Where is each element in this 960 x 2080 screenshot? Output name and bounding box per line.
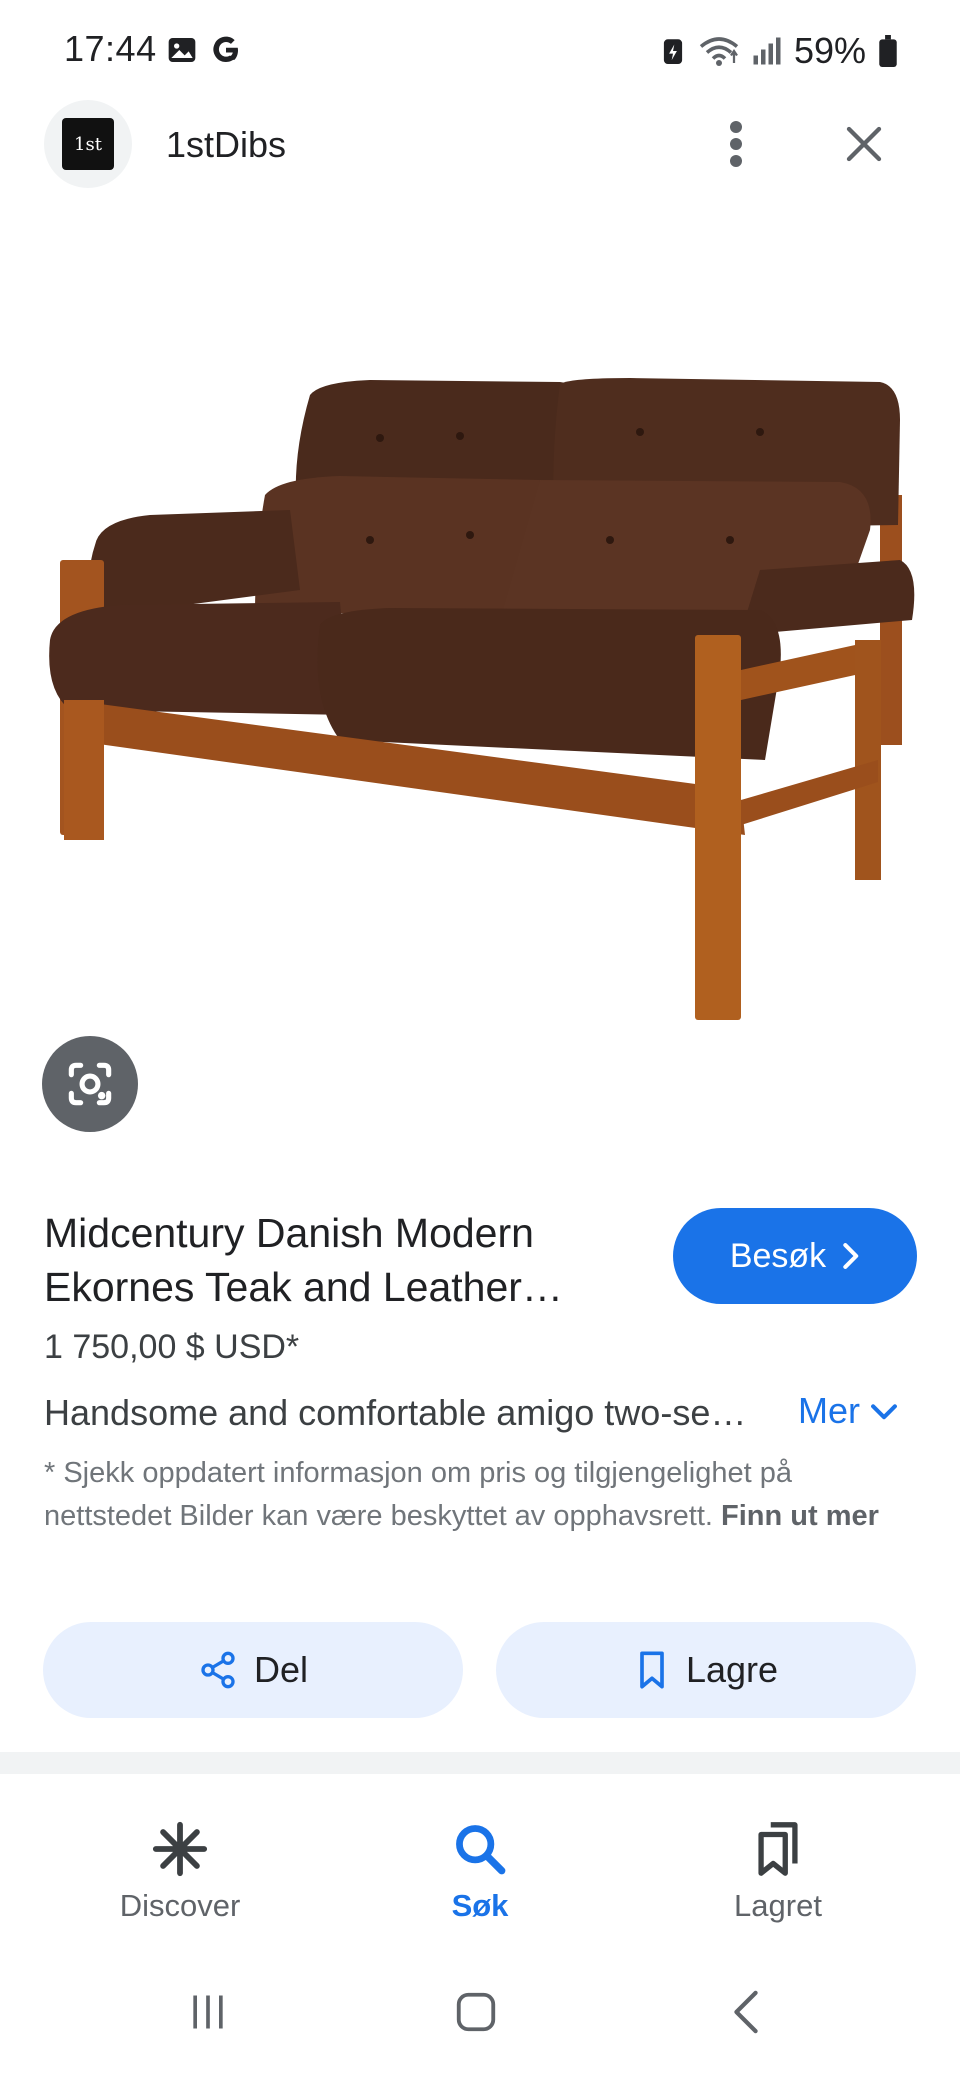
asterisk-icon [152, 1821, 208, 1877]
search-icon [456, 1825, 506, 1875]
bookmark-icon [640, 1651, 664, 1689]
share-button[interactable]: Del [43, 1622, 463, 1718]
status-time: 17:44 [64, 28, 157, 69]
more-link[interactable]: Mer [798, 1390, 898, 1432]
visit-button-label: Besøk [729, 1236, 827, 1275]
close-icon [846, 126, 882, 162]
battery-percent: 59% [793, 30, 866, 71]
home-icon [456, 1992, 496, 2032]
product-title-line-2: Ekornes Teak and Leather… [44, 1264, 563, 1310]
share-button-label: Del [253, 1649, 309, 1690]
nav-search[interactable]: Søk [380, 1820, 580, 1924]
battery-saver-icon [663, 39, 683, 64]
home-button[interactable] [436, 1982, 516, 2042]
lens-search-button[interactable] [42, 1036, 138, 1132]
status-notification-icons [166, 34, 242, 66]
close-button[interactable] [834, 114, 894, 174]
camera-search-icon [68, 1062, 112, 1106]
google-icon [213, 36, 238, 62]
visit-button[interactable]: Besøk [673, 1208, 917, 1304]
nav-discover[interactable]: Discover [80, 1820, 280, 1924]
product-title[interactable]: Midcentury Danish Modern Ekornes Teak an… [44, 1206, 624, 1314]
bottom-nav: Discover Søk Lagret [0, 1800, 960, 1950]
product-price: 1 750,00 $ USD* [44, 1328, 300, 1366]
recent-apps-icon [193, 1995, 223, 2029]
more-vert-icon [730, 121, 742, 167]
nav-saved-label: Lagret [734, 1888, 822, 1923]
product-title-line-1: Midcentury Danish Modern [44, 1210, 534, 1256]
share-icon [201, 1651, 235, 1689]
more-link-label: Mer [798, 1390, 860, 1431]
status-bar: 17:44 59% [0, 0, 960, 100]
site-logo-mark: 1st [62, 118, 114, 170]
nav-saved[interactable]: Lagret [678, 1820, 878, 1924]
chevron-right-icon [843, 1243, 859, 1269]
saved-icon [758, 1822, 798, 1876]
result-header: 1st 1stDibs [0, 100, 960, 200]
nav-search-label: Søk [451, 1888, 509, 1923]
back-button[interactable] [706, 1982, 786, 2042]
save-button-label: Lagre [685, 1649, 779, 1690]
section-divider [0, 1752, 960, 1774]
signal-icon [753, 37, 781, 65]
system-nav-bar [0, 1960, 960, 2070]
more-options-button[interactable] [712, 108, 760, 180]
chevron-down-icon [871, 1404, 897, 1420]
wifi-icon [699, 37, 739, 66]
learn-more-link[interactable]: Finn ut mer [721, 1500, 879, 1532]
save-button[interactable]: Lagre [496, 1622, 916, 1718]
disclaimer: * Sjekk oppdatert informasjon om pris og… [44, 1452, 904, 1538]
battery-icon [879, 35, 897, 67]
status-system-icons: 59% [660, 30, 898, 72]
image-icon [168, 38, 196, 62]
product-description: Handsome and comfortable amigo two-se… [44, 1392, 747, 1433]
recent-apps-button[interactable] [168, 1982, 248, 2042]
product-image[interactable] [40, 370, 920, 1020]
back-icon [734, 1990, 758, 2034]
site-name[interactable]: 1stDibs [166, 124, 286, 166]
disclaimer-text: * Sjekk oppdatert informasjon om pris og… [44, 1457, 792, 1532]
nav-discover-label: Discover [119, 1888, 241, 1923]
site-logo[interactable]: 1st [44, 100, 132, 188]
